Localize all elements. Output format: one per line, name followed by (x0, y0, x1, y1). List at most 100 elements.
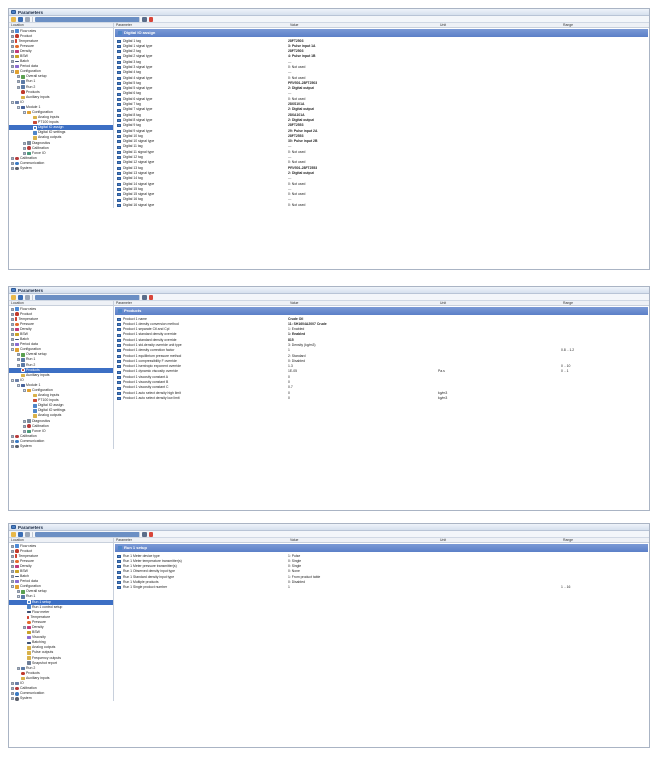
header-unit[interactable]: Unit (438, 23, 561, 26)
expand-icon[interactable]: + (11, 549, 14, 553)
header-unit[interactable]: Unit (438, 538, 561, 541)
expand-icon[interactable]: + (11, 29, 14, 33)
tree-view-icon[interactable] (35, 531, 140, 537)
parameter-row[interactable]: Product 1 auto select density low limit 0… (114, 396, 649, 401)
header-range[interactable]: Range (561, 301, 649, 304)
expand-icon[interactable]: + (11, 559, 14, 563)
header-range[interactable]: Range (561, 538, 649, 541)
expand-icon[interactable]: + (11, 564, 14, 568)
tree-node[interactable]: + System (9, 696, 113, 701)
print-icon[interactable] (25, 16, 30, 22)
expand-icon[interactable]: + (11, 575, 14, 579)
open-folder-icon[interactable] (11, 16, 16, 22)
expand-icon[interactable]: + (11, 570, 14, 574)
expand-icon[interactable]: + (23, 151, 26, 155)
expand-icon[interactable]: + (23, 146, 26, 150)
collapse-icon[interactable]: - (23, 389, 26, 393)
tree-view-icon[interactable] (35, 294, 140, 300)
tree-node[interactable]: + System (9, 444, 113, 449)
expand-icon[interactable]: + (11, 307, 14, 311)
collapse-icon[interactable]: - (11, 100, 14, 104)
expand-icon[interactable]: + (11, 697, 14, 701)
collapse-icon[interactable]: - (11, 585, 14, 589)
grid-view-icon[interactable] (142, 531, 147, 537)
delete-icon[interactable] (149, 294, 153, 300)
expand-icon[interactable]: + (11, 167, 14, 171)
grid-view-icon[interactable] (142, 16, 147, 22)
header-location[interactable]: Location (9, 301, 114, 305)
grid-view-icon[interactable] (142, 294, 147, 300)
expand-icon[interactable]: + (23, 424, 26, 428)
header-unit[interactable]: Unit (438, 301, 561, 304)
expand-icon[interactable]: + (11, 580, 14, 584)
delete-icon[interactable] (149, 531, 153, 537)
expand-icon[interactable]: + (11, 39, 14, 43)
print-icon[interactable] (25, 531, 30, 537)
expand-icon[interactable]: + (11, 161, 14, 165)
expand-icon[interactable]: + (23, 141, 26, 145)
delete-icon[interactable] (149, 16, 153, 22)
expand-icon[interactable]: + (17, 363, 20, 367)
header-parameter[interactable]: Parameter (114, 23, 288, 26)
collapse-icon[interactable]: - (23, 111, 26, 115)
collapse-icon[interactable]: - (11, 70, 14, 74)
expand-icon[interactable]: + (11, 65, 14, 69)
expand-icon[interactable]: + (11, 554, 14, 558)
expand-icon[interactable]: + (11, 445, 14, 449)
header-location[interactable]: Location (9, 23, 114, 27)
parameter-row[interactable]: Run 1 Single product number 1 1 .. 16 (114, 585, 649, 590)
header-location[interactable]: Location (9, 538, 114, 542)
header-value[interactable]: Value (288, 301, 438, 304)
expand-icon[interactable]: + (23, 626, 26, 630)
expand-icon[interactable]: + (11, 343, 14, 347)
save-icon[interactable] (18, 294, 23, 300)
open-folder-icon[interactable] (11, 294, 16, 300)
parameter-row[interactable]: Digital 16 signal type 0: Not used (114, 203, 649, 208)
header-value[interactable]: Value (288, 538, 438, 541)
expand-icon[interactable]: + (11, 322, 14, 326)
value-cell[interactable]: 0: Not used (288, 203, 438, 208)
expand-icon[interactable]: + (11, 49, 14, 53)
expand-icon[interactable]: + (11, 439, 14, 443)
expand-icon[interactable]: + (17, 358, 20, 362)
expand-icon[interactable]: + (11, 60, 14, 64)
value-cell[interactable]: 0 (288, 396, 438, 401)
collapse-icon[interactable]: - (11, 348, 14, 352)
expand-icon[interactable]: + (23, 419, 26, 423)
expand-icon[interactable]: + (17, 666, 20, 670)
expand-icon[interactable]: + (11, 44, 14, 48)
collapse-icon[interactable]: - (17, 595, 20, 599)
expand-icon[interactable]: + (11, 434, 14, 438)
collapse-icon[interactable]: - (11, 378, 14, 382)
save-icon[interactable] (18, 16, 23, 22)
expand-icon[interactable]: + (17, 590, 20, 594)
expand-icon[interactable]: + (11, 312, 14, 316)
expand-icon[interactable]: + (11, 682, 14, 686)
expand-icon[interactable]: + (11, 544, 14, 548)
header-value[interactable]: Value (288, 23, 438, 26)
save-icon[interactable] (18, 531, 23, 537)
header-parameter[interactable]: Parameter (114, 538, 288, 541)
expand-icon[interactable]: + (11, 34, 14, 38)
open-folder-icon[interactable] (11, 531, 16, 537)
value-cell[interactable]: 1 (288, 585, 438, 590)
expand-icon[interactable]: + (11, 327, 14, 331)
expand-icon[interactable]: + (23, 429, 26, 433)
print-icon[interactable] (25, 294, 30, 300)
tree-node[interactable]: + System (9, 166, 113, 171)
expand-icon[interactable]: + (17, 85, 20, 89)
expand-icon[interactable]: + (11, 55, 14, 59)
expand-icon[interactable]: + (17, 353, 20, 357)
header-range[interactable]: Range (561, 23, 649, 26)
expand-icon[interactable]: + (11, 338, 14, 342)
collapse-icon[interactable]: - (17, 383, 20, 387)
expand-icon[interactable]: + (11, 317, 14, 321)
expand-icon[interactable]: + (11, 692, 14, 696)
header-parameter[interactable]: Parameter (114, 301, 288, 304)
collapse-icon[interactable]: - (17, 105, 20, 109)
expand-icon[interactable]: + (17, 80, 20, 84)
expand-icon[interactable]: + (11, 156, 14, 160)
expand-icon[interactable]: + (11, 687, 14, 691)
expand-icon[interactable]: + (11, 333, 14, 337)
expand-icon[interactable]: + (17, 75, 20, 79)
